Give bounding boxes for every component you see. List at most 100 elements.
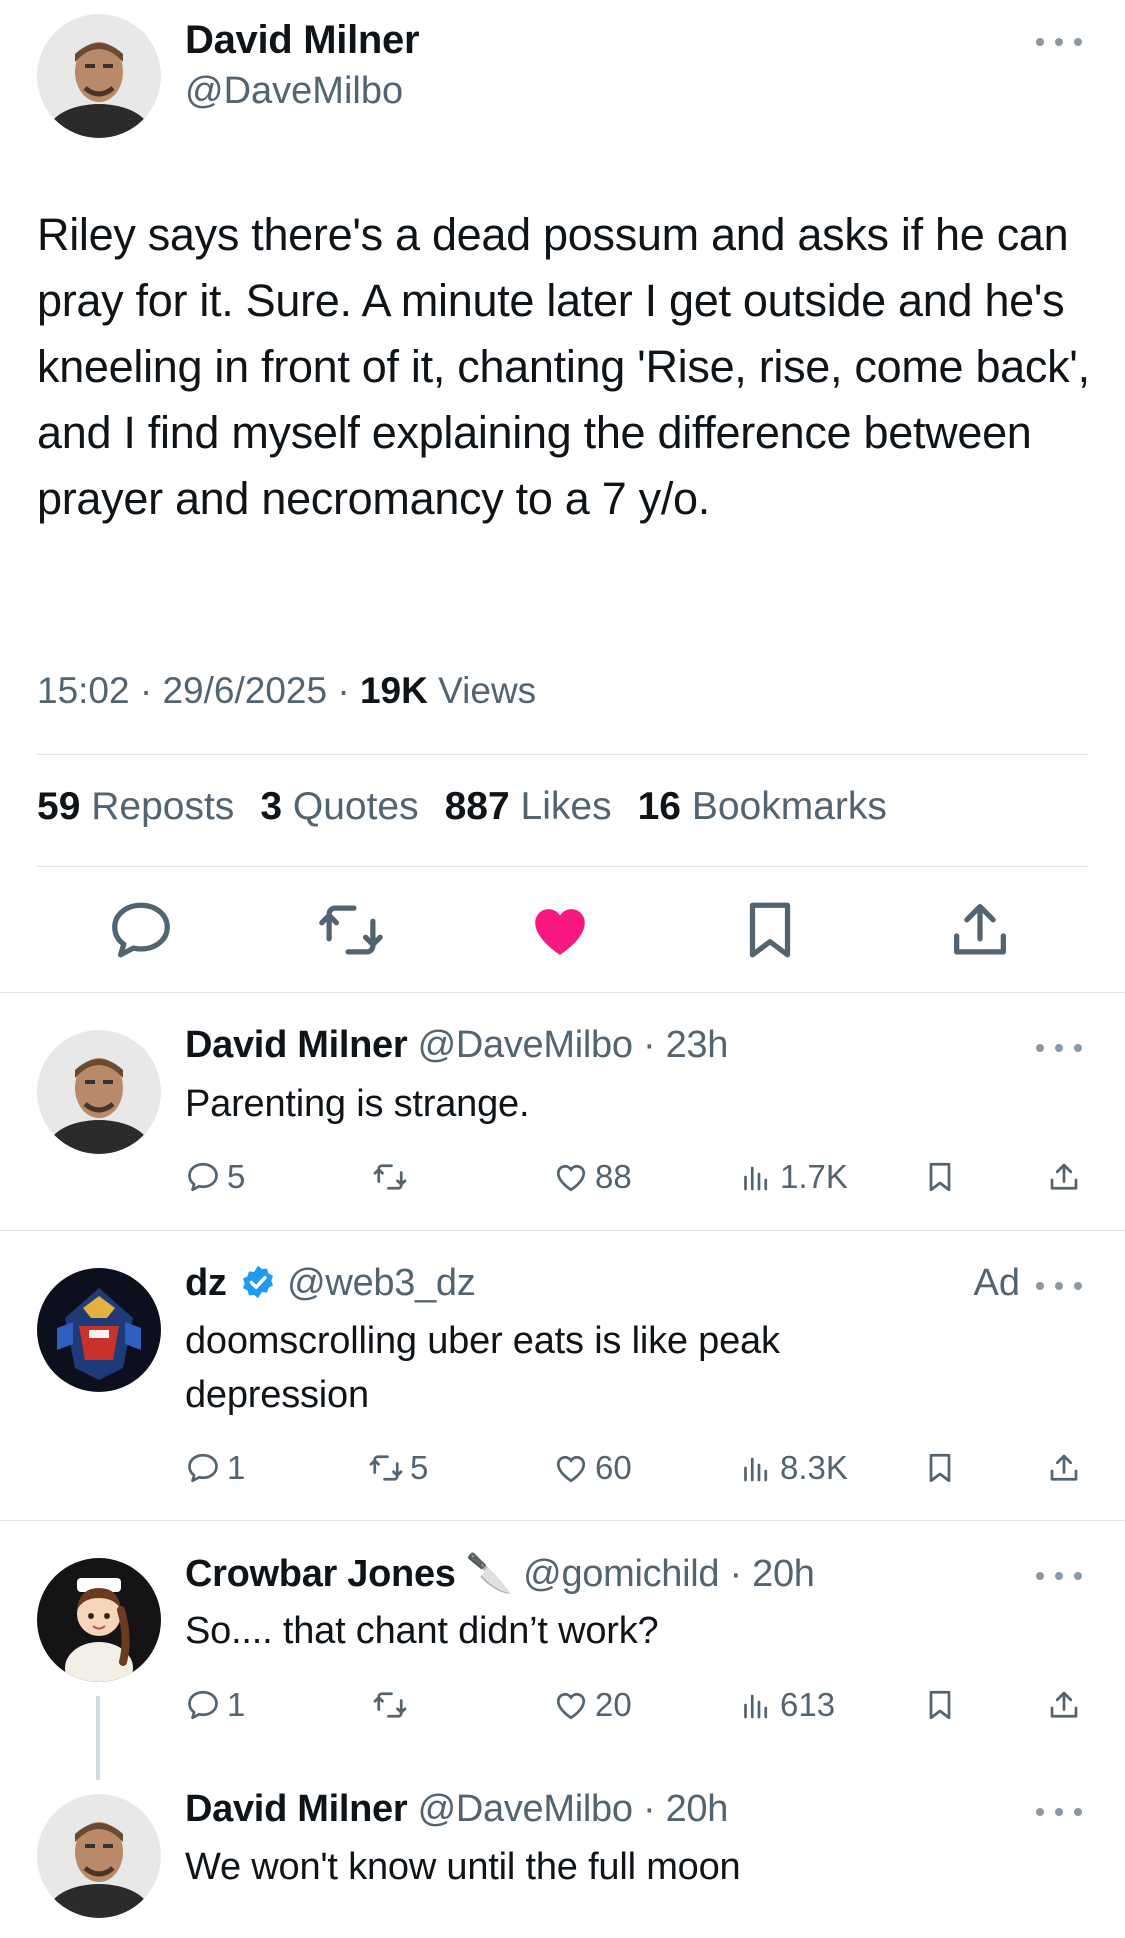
share-icon	[1050, 1163, 1078, 1190]
bookmark-icon	[929, 1690, 951, 1720]
reply-avatar[interactable]	[37, 1794, 161, 1918]
heart-icon	[556, 1164, 586, 1192]
reply-count: 1	[227, 1449, 246, 1486]
bookmark-icon[interactable]	[735, 895, 805, 965]
reply-author-name[interactable]: Crowbar Jones	[185, 1553, 456, 1595]
reply-avatar[interactable]	[37, 1558, 161, 1682]
reply-icon[interactable]	[106, 895, 176, 965]
reply-icon	[188, 1690, 218, 1720]
bookmark-icon	[929, 1162, 951, 1192]
repost-count: 5	[410, 1449, 429, 1486]
bookmark-button[interactable]	[922, 1683, 958, 1727]
tweet-time[interactable]: 15:02	[37, 670, 130, 711]
views-count: 8.3K	[780, 1449, 848, 1486]
analytics-icon	[744, 1694, 768, 1719]
reply-header: David Milner @DaveMilbo · 20h	[185, 1788, 728, 1831]
reply-time[interactable]: · 23h	[643, 1024, 728, 1066]
reply-header: David Milner @DaveMilbo · 23h	[185, 1024, 728, 1067]
reply-author-handle[interactable]: @DaveMilbo	[418, 1024, 633, 1066]
share-button[interactable]	[1046, 1155, 1082, 1199]
views-button[interactable]: 1.7K	[738, 1155, 848, 1199]
tweet-meta: 15:02 · 29/6/2025 · 19K Views	[37, 670, 536, 712]
reply-icon	[188, 1162, 218, 1192]
bookmark-button[interactable]	[922, 1446, 958, 1490]
reply-author-handle[interactable]: @DaveMilbo	[418, 1788, 633, 1830]
bookmark-button[interactable]	[922, 1155, 958, 1199]
author-name[interactable]: David Milner	[185, 18, 420, 63]
more-options-icon[interactable]	[1036, 1038, 1082, 1058]
reply-time[interactable]: · 20h	[643, 1788, 728, 1830]
share-icon[interactable]	[945, 895, 1015, 965]
author-handle[interactable]: @DaveMilbo	[185, 70, 403, 113]
heart-icon	[556, 1455, 586, 1483]
repost-icon	[373, 1164, 407, 1190]
share-button[interactable]	[1046, 1683, 1082, 1727]
section-separator	[0, 1230, 1125, 1231]
reply-text: Parenting is strange.	[185, 1083, 530, 1125]
ad-label: Ad	[973, 1262, 1020, 1304]
repost-icon	[369, 1455, 403, 1481]
views-count: 19K	[359, 670, 428, 711]
repost-button[interactable]	[372, 1683, 414, 1727]
share-icon	[1050, 1691, 1078, 1718]
more-options-icon[interactable]	[1036, 1802, 1082, 1822]
like-icon-filled[interactable]	[525, 895, 595, 965]
more-options-icon[interactable]	[1036, 1276, 1082, 1296]
reply-author-handle[interactable]: @gomichild	[523, 1553, 719, 1595]
reply-icon	[188, 1453, 218, 1483]
repost-button[interactable]: 5	[368, 1446, 428, 1490]
more-options-icon[interactable]	[1036, 1566, 1082, 1586]
more-options-icon[interactable]	[1036, 32, 1082, 52]
reply-button[interactable]: 1	[185, 1446, 245, 1490]
author-avatar[interactable]	[37, 14, 161, 138]
share-button[interactable]	[1046, 1446, 1082, 1490]
reply-button[interactable]: 1	[185, 1683, 245, 1727]
ad-text: doomscrolling uber eats is like peak dep…	[185, 1320, 780, 1416]
meta-separator: ·	[139, 670, 153, 711]
like-count: 60	[595, 1449, 632, 1486]
views-count: 1.7K	[780, 1158, 848, 1195]
reply-author-name[interactable]: David Milner	[185, 1788, 408, 1830]
divider	[37, 754, 1088, 755]
reply-count: 5	[227, 1158, 246, 1195]
reply-button[interactable]: 5	[185, 1155, 245, 1199]
reply-avatar[interactable]	[37, 1030, 161, 1154]
tweet-text: Riley says there's a dead possum and ask…	[37, 209, 1090, 524]
analytics-icon	[744, 1166, 768, 1191]
ad-avatar[interactable]	[37, 1268, 161, 1392]
quotes-stat[interactable]: 3 Quotes	[260, 785, 418, 829]
reply-time[interactable]: · 20h	[730, 1553, 815, 1595]
views-button[interactable]: 613	[738, 1683, 835, 1727]
ad-author-handle[interactable]: @web3_dz	[287, 1262, 476, 1304]
bookmarks-stat[interactable]: 16 Bookmarks	[638, 785, 887, 829]
like-button[interactable]: 20	[553, 1683, 632, 1727]
repost-icon[interactable]	[316, 895, 386, 965]
reply-header: Crowbar Jones 🔪 @gomichild · 20h	[185, 1552, 815, 1596]
engagement-stats: 59 Reposts 3 Quotes 887 Likes 16 Bookmar…	[37, 785, 887, 829]
knife-emoji-icon: 🔪	[465, 1553, 513, 1595]
views-button[interactable]: 8.3K	[738, 1446, 848, 1490]
bookmark-icon	[929, 1453, 951, 1483]
views-label: Views	[438, 670, 537, 711]
repost-button[interactable]	[372, 1155, 414, 1199]
analytics-icon	[744, 1457, 768, 1482]
section-separator	[0, 1520, 1125, 1521]
meta-separator: ·	[337, 670, 350, 711]
tweet-date[interactable]: 29/6/2025	[162, 670, 327, 711]
share-icon	[1050, 1454, 1078, 1481]
heart-icon	[556, 1692, 586, 1720]
reply-count: 1	[227, 1686, 246, 1723]
ad-author-name[interactable]: dz	[185, 1262, 227, 1304]
reply-text: So.... that chant didn’t work?	[185, 1610, 659, 1652]
reply-author-name[interactable]: David Milner	[185, 1024, 408, 1066]
like-button[interactable]: 88	[553, 1155, 632, 1199]
like-button[interactable]: 60	[553, 1446, 632, 1490]
reply-text: We won't know until the full moon	[185, 1846, 741, 1888]
likes-stat[interactable]: 887 Likes	[445, 785, 612, 829]
like-count: 20	[595, 1686, 632, 1723]
views-count: 613	[780, 1686, 836, 1723]
repost-icon	[373, 1692, 407, 1718]
section-separator	[0, 992, 1125, 993]
divider	[37, 866, 1088, 867]
reposts-stat[interactable]: 59 Reposts	[37, 785, 234, 829]
